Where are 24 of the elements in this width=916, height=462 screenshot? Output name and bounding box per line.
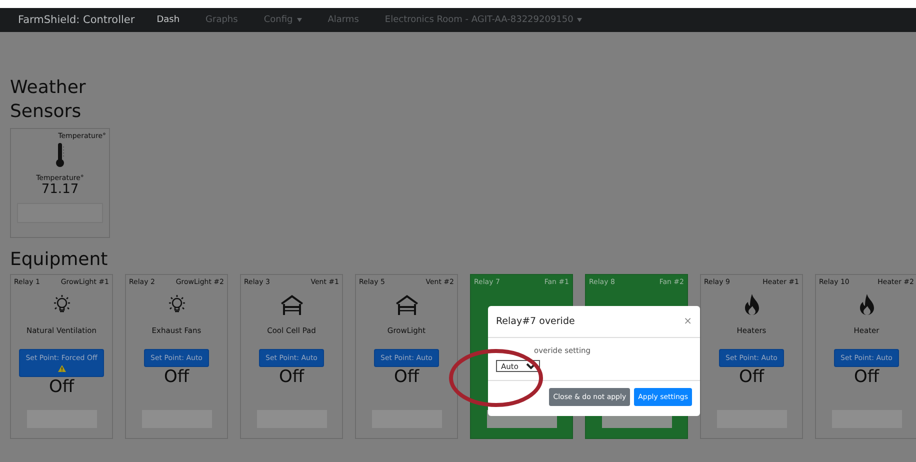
nav-dropdown[interactable]: Electronics Room - AGIT-AA-83229209150 <box>384 15 582 25</box>
thermometer-icon <box>55 142 65 168</box>
warning-icon <box>58 365 66 372</box>
relay-state: Off <box>48 377 74 397</box>
relay-state: Off <box>278 367 304 387</box>
relay-state: Off <box>854 367 880 387</box>
relay-state: Off <box>164 367 190 387</box>
nav-dropdown[interactable]: Config <box>264 15 302 25</box>
close-button[interactable]: × <box>684 316 692 327</box>
flame-icon <box>858 293 876 317</box>
section-heading: Sensors <box>10 100 82 124</box>
nav-link[interactable]: Graphs <box>206 15 238 25</box>
dialog-title: Relay#7 overide <box>496 316 575 327</box>
flame-icon <box>742 293 760 317</box>
greenhouse-icon <box>280 294 304 316</box>
sensor-value: 71.17 <box>41 182 79 197</box>
nav-link[interactable]: Alarms <box>328 15 359 25</box>
app-brand[interactable]: FarmShield: Controller <box>18 14 135 26</box>
relay-state: Off <box>394 367 420 387</box>
greenhouse-icon <box>394 294 418 316</box>
nav-link[interactable]: Dash <box>156 15 180 25</box>
section-heading: Equipment <box>10 248 109 272</box>
relay-state: Off <box>738 367 764 387</box>
section-heading: Weather <box>10 76 87 100</box>
